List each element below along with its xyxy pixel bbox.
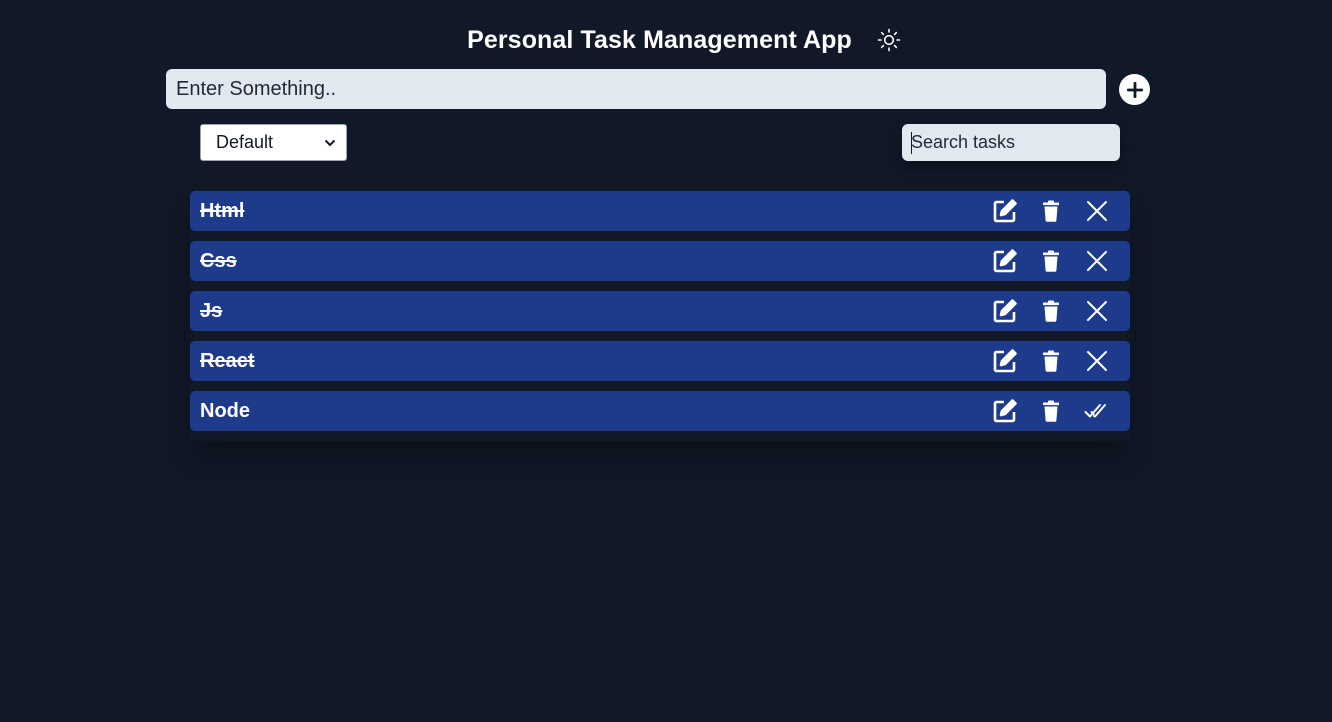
edit-icon[interactable] xyxy=(990,246,1020,276)
close-icon[interactable] xyxy=(1082,246,1112,276)
task-name: Node xyxy=(200,399,250,422)
plus-icon xyxy=(1126,81,1143,98)
search-input[interactable] xyxy=(902,124,1120,161)
app: Personal Task Management App Default xyxy=(0,0,1332,722)
filter-selected-value: Default xyxy=(216,132,274,152)
page-title: Personal Task Management App xyxy=(467,25,852,54)
task-name: Css xyxy=(200,249,237,272)
double-check-icon[interactable] xyxy=(1082,396,1112,426)
edit-icon[interactable] xyxy=(990,346,1020,376)
edit-icon[interactable] xyxy=(990,196,1020,226)
task-name: React xyxy=(200,349,255,372)
task-item: Html xyxy=(190,191,1130,231)
edit-icon[interactable] xyxy=(990,296,1020,326)
close-icon[interactable] xyxy=(1082,346,1112,376)
filter-select[interactable]: Default xyxy=(200,124,347,161)
task-item: Node xyxy=(190,391,1130,431)
header: Personal Task Management App xyxy=(0,22,1332,58)
edit-icon[interactable] xyxy=(990,396,1020,426)
close-icon[interactable] xyxy=(1082,296,1112,326)
sun-icon[interactable] xyxy=(874,25,904,55)
task-name: Html xyxy=(200,199,245,222)
task-list: Html Css Js React Node xyxy=(190,191,1130,441)
close-icon[interactable] xyxy=(1082,196,1112,226)
task-item: Css xyxy=(190,241,1130,281)
trash-icon[interactable] xyxy=(1036,346,1066,376)
trash-icon[interactable] xyxy=(1036,296,1066,326)
add-task-button[interactable] xyxy=(1119,74,1150,105)
task-name: Js xyxy=(200,299,223,322)
new-task-input[interactable] xyxy=(166,69,1106,109)
text-caret xyxy=(911,132,912,154)
trash-icon[interactable] xyxy=(1036,196,1066,226)
chevron-down-icon xyxy=(324,139,336,146)
task-item: React xyxy=(190,341,1130,381)
trash-icon[interactable] xyxy=(1036,246,1066,276)
trash-icon[interactable] xyxy=(1036,396,1066,426)
task-item: Js xyxy=(190,291,1130,331)
